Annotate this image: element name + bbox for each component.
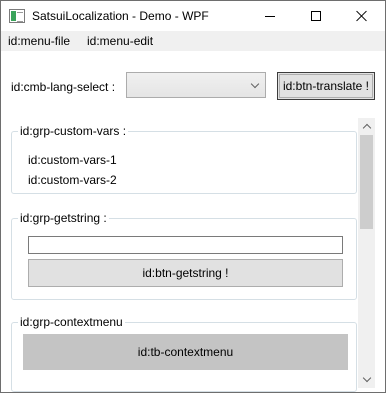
window-title: SatsuiLocalization - Demo - WPF xyxy=(32,9,209,23)
contextmenu-textblock[interactable]: id:tb-contextmenu xyxy=(23,334,348,370)
group-custom-vars: id:grp-custom-vars : id:custom-vars-1 id… xyxy=(11,124,357,194)
main-content: id:cmb-lang-select : id:btn-translate ! … xyxy=(1,52,385,392)
maximize-icon xyxy=(311,11,321,21)
group-getstring: id:grp-getstring : id:btn-getstring ! xyxy=(11,211,357,300)
close-icon xyxy=(356,10,368,22)
chevron-down-icon xyxy=(250,79,260,89)
chevron-up-icon[interactable] xyxy=(358,118,375,135)
maximize-button[interactable] xyxy=(293,1,339,31)
scroll-viewer: id:grp-custom-vars : id:custom-vars-1 id… xyxy=(11,118,375,392)
group-getstring-header: id:grp-getstring : xyxy=(18,211,109,225)
minimize-button[interactable] xyxy=(247,1,293,31)
menu-file[interactable]: id:menu-file xyxy=(8,34,70,48)
group-contextmenu-header: id:grp-contextmenu xyxy=(18,315,125,329)
contextmenu-textblock-label: id:tb-contextmenu xyxy=(137,345,234,359)
custom-vars-line-2: id:custom-vars-2 xyxy=(28,173,117,187)
getstring-button-label: id:btn-getstring ! xyxy=(142,266,229,280)
translate-button[interactable]: id:btn-translate ! xyxy=(277,72,375,100)
menu-bar: id:menu-file id:menu-edit xyxy=(1,31,385,51)
lang-select-combobox[interactable] xyxy=(126,72,266,98)
app-window: SatsuiLocalization - Demo - WPF id:menu-… xyxy=(0,0,386,393)
menu-edit[interactable]: id:menu-edit xyxy=(87,34,153,48)
group-contextmenu: id:grp-contextmenu id:tb-contextmenu xyxy=(11,315,357,392)
translate-button-label: id:btn-translate ! xyxy=(282,79,370,93)
vertical-scrollbar[interactable] xyxy=(358,118,375,388)
minimize-icon xyxy=(265,15,275,17)
chevron-down-icon[interactable] xyxy=(358,371,375,388)
getstring-input[interactable] xyxy=(28,236,343,254)
scrollbar-thumb[interactable] xyxy=(360,135,373,229)
close-button[interactable] xyxy=(339,1,385,31)
title-bar[interactable]: SatsuiLocalization - Demo - WPF xyxy=(1,1,385,31)
getstring-button[interactable]: id:btn-getstring ! xyxy=(28,259,343,287)
app-window-icon xyxy=(9,9,25,23)
group-custom-vars-header: id:grp-custom-vars : xyxy=(18,124,129,138)
lang-select-label: id:cmb-lang-select : xyxy=(11,80,116,94)
custom-vars-line-1: id:custom-vars-1 xyxy=(28,153,117,167)
